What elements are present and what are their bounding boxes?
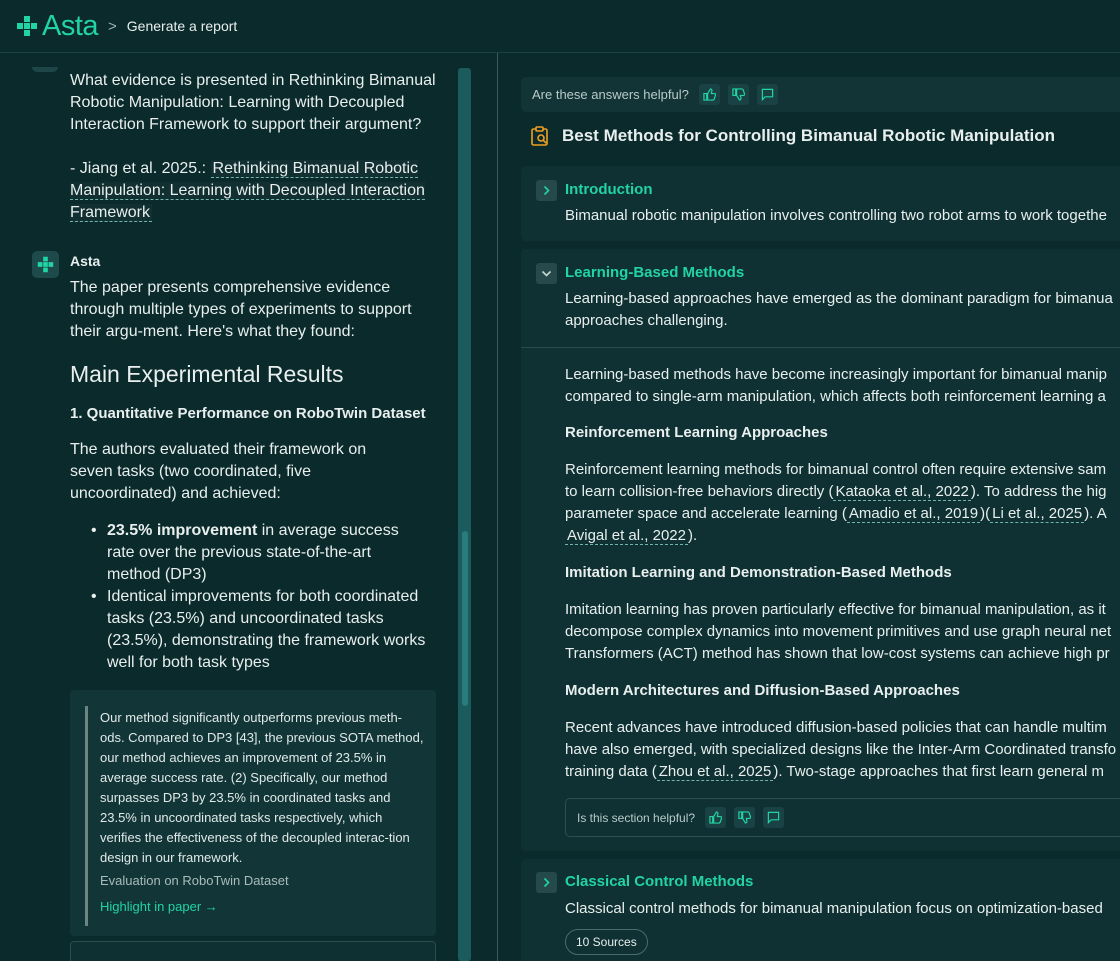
comment-icon[interactable] — [763, 807, 785, 828]
text: ). — [687, 527, 698, 544]
text: )( — [980, 505, 991, 522]
section-summary: Classical control methods for bimanual m… — [565, 900, 1103, 917]
feedback-label: Are these answers helpful? — [532, 87, 689, 102]
list-item: 23.5% improvement in average success rat… — [91, 520, 427, 586]
results-list: 23.5% improvement in average success rat… — [91, 520, 427, 674]
chevron-down-icon — [541, 270, 552, 277]
evidence-quote: Our method significantly outperforms pre… — [100, 710, 424, 865]
section-title[interactable]: Classical Control Methods — [565, 873, 753, 890]
body-line: Recent advances have introduced diffusio… — [565, 719, 1107, 736]
bullet-bold: 23.5% improvement — [107, 522, 258, 539]
report-panel: Are these answers helpful? Best Methods … — [499, 53, 1120, 961]
report-title: Best Methods for Controlling Bimanual Ro… — [562, 126, 1055, 145]
chevron-right-icon — [543, 185, 550, 196]
section-summary-line: Learning-based approaches have emerged a… — [565, 290, 1113, 307]
asta-avatar-icon — [37, 256, 54, 273]
citation-link[interactable]: Amadio et al., 2019 — [846, 505, 981, 523]
thumbs-up-icon[interactable] — [698, 84, 720, 105]
citation-link[interactable]: Li et al., 2025 — [990, 505, 1085, 523]
body-line: decompose complex dynamics into movement… — [565, 623, 1112, 640]
body-line: Imitation learning has proven particular… — [565, 601, 1106, 618]
subsection-heading: Modern Architectures and Diffusion-Based… — [565, 682, 960, 699]
citation-link[interactable]: Kataoka et al., 2022 — [833, 483, 971, 501]
body-line: parameter space and accelerate learning … — [565, 503, 1120, 525]
thumbs-down-icon[interactable] — [734, 807, 756, 828]
quote-bar — [85, 706, 88, 926]
chat-panel: What evidence is presented in Rethinking… — [0, 53, 498, 961]
body-line: Reinforcement learning methods for biman… — [565, 461, 1107, 478]
highlight-in-paper-link[interactable]: Highlight in paper → — [100, 899, 218, 914]
assistant-name: Asta — [70, 253, 101, 269]
section-feedback-bar: Is this section helpful? — [565, 798, 1120, 837]
text: ). A — [1084, 505, 1107, 522]
paper-reference: - Jiang et al. 2025.: Rethinking Bimanua… — [70, 158, 442, 224]
answer-intro: The paper presents comprehensive evidenc… — [70, 279, 412, 340]
scrollbar-thumb[interactable] — [462, 531, 468, 706]
asta-logo-icon — [17, 16, 37, 36]
body-line: Learning-based methods have become incre… — [565, 366, 1107, 383]
text: to learn collision-free behaviors direct… — [565, 483, 834, 500]
app-name: Asta — [42, 9, 99, 42]
subsection-heading: Reinforcement Learning Approaches — [565, 424, 828, 441]
text: ). Two-stage approaches that first learn… — [773, 763, 1105, 780]
breadcrumb-separator: > — [108, 17, 117, 35]
expand-toggle[interactable] — [536, 180, 557, 201]
answer-heading: Main Experimental Results — [70, 361, 344, 387]
comment-icon[interactable] — [756, 84, 778, 105]
section-title[interactable]: Learning-Based Methods — [565, 264, 744, 281]
report-header: Best Methods for Controlling Bimanual Ro… — [531, 126, 1055, 146]
sources-button[interactable]: 10 Sources — [565, 929, 648, 955]
answer-paragraph: The authors evaluated their framework on… — [70, 441, 367, 502]
body-line: Avigal et al., 2022). — [565, 525, 1120, 547]
collapse-toggle[interactable] — [536, 263, 557, 284]
quote-source: Evaluation on RoboTwin Dataset — [100, 873, 289, 888]
text: ). To address the hig — [970, 483, 1107, 500]
body-line: have also emerged, with specialized desi… — [565, 741, 1117, 758]
clipboard-search-icon — [531, 126, 548, 146]
section-divider — [521, 347, 1120, 348]
report-feedback-bar: Are these answers helpful? — [521, 77, 1120, 112]
text: training data ( — [565, 763, 657, 780]
answer-subheading: 1. Quantitative Performance on RoboTwin … — [70, 405, 426, 422]
citation-link[interactable]: Zhou et al., 2025 — [656, 763, 774, 781]
next-quote-card — [70, 941, 436, 961]
asta-avatar — [32, 251, 59, 278]
expand-toggle[interactable] — [536, 872, 557, 893]
evidence-quote-card: Our method significantly outperforms pre… — [70, 690, 436, 936]
section-introduction[interactable]: Introduction Bimanual robotic manipulati… — [521, 166, 1120, 241]
section-title[interactable]: Introduction — [565, 181, 652, 198]
chevron-right-icon — [543, 877, 550, 888]
top-bar: Asta > Generate a report — [0, 0, 1120, 53]
user-question: What evidence is presented in Rethinking… — [70, 72, 436, 133]
list-item: Identical improvements for both coordina… — [91, 586, 427, 674]
user-avatar — [32, 67, 58, 72]
body-line: Transformers (ACT) method has shown that… — [565, 645, 1110, 662]
section-summary: Bimanual robotic manipulation involves c… — [565, 207, 1107, 224]
body-line: compared to single-arm manipulation, whi… — [565, 388, 1106, 405]
thumbs-up-icon[interactable] — [705, 807, 727, 828]
thumbs-down-icon[interactable] — [727, 84, 749, 105]
asta-logo[interactable]: Asta — [16, 9, 99, 43]
section-summary-line: approaches challenging. — [565, 312, 728, 329]
reference-prefix: - Jiang et al. 2025.: — [70, 160, 207, 177]
body-line: training data (Zhou et al., 2025). Two-s… — [565, 761, 1120, 783]
section-feedback-label: Is this section helpful? — [577, 810, 696, 825]
scrollbar-track[interactable] — [458, 68, 471, 961]
body-line: to learn collision-free behaviors direct… — [565, 481, 1120, 503]
citation-link[interactable]: Avigal et al., 2022 — [565, 527, 688, 545]
text: parameter space and accelerate learning … — [565, 505, 847, 522]
breadcrumb-current[interactable]: Generate a report — [127, 18, 238, 34]
subsection-heading: Imitation Learning and Demonstration-Bas… — [565, 564, 952, 581]
